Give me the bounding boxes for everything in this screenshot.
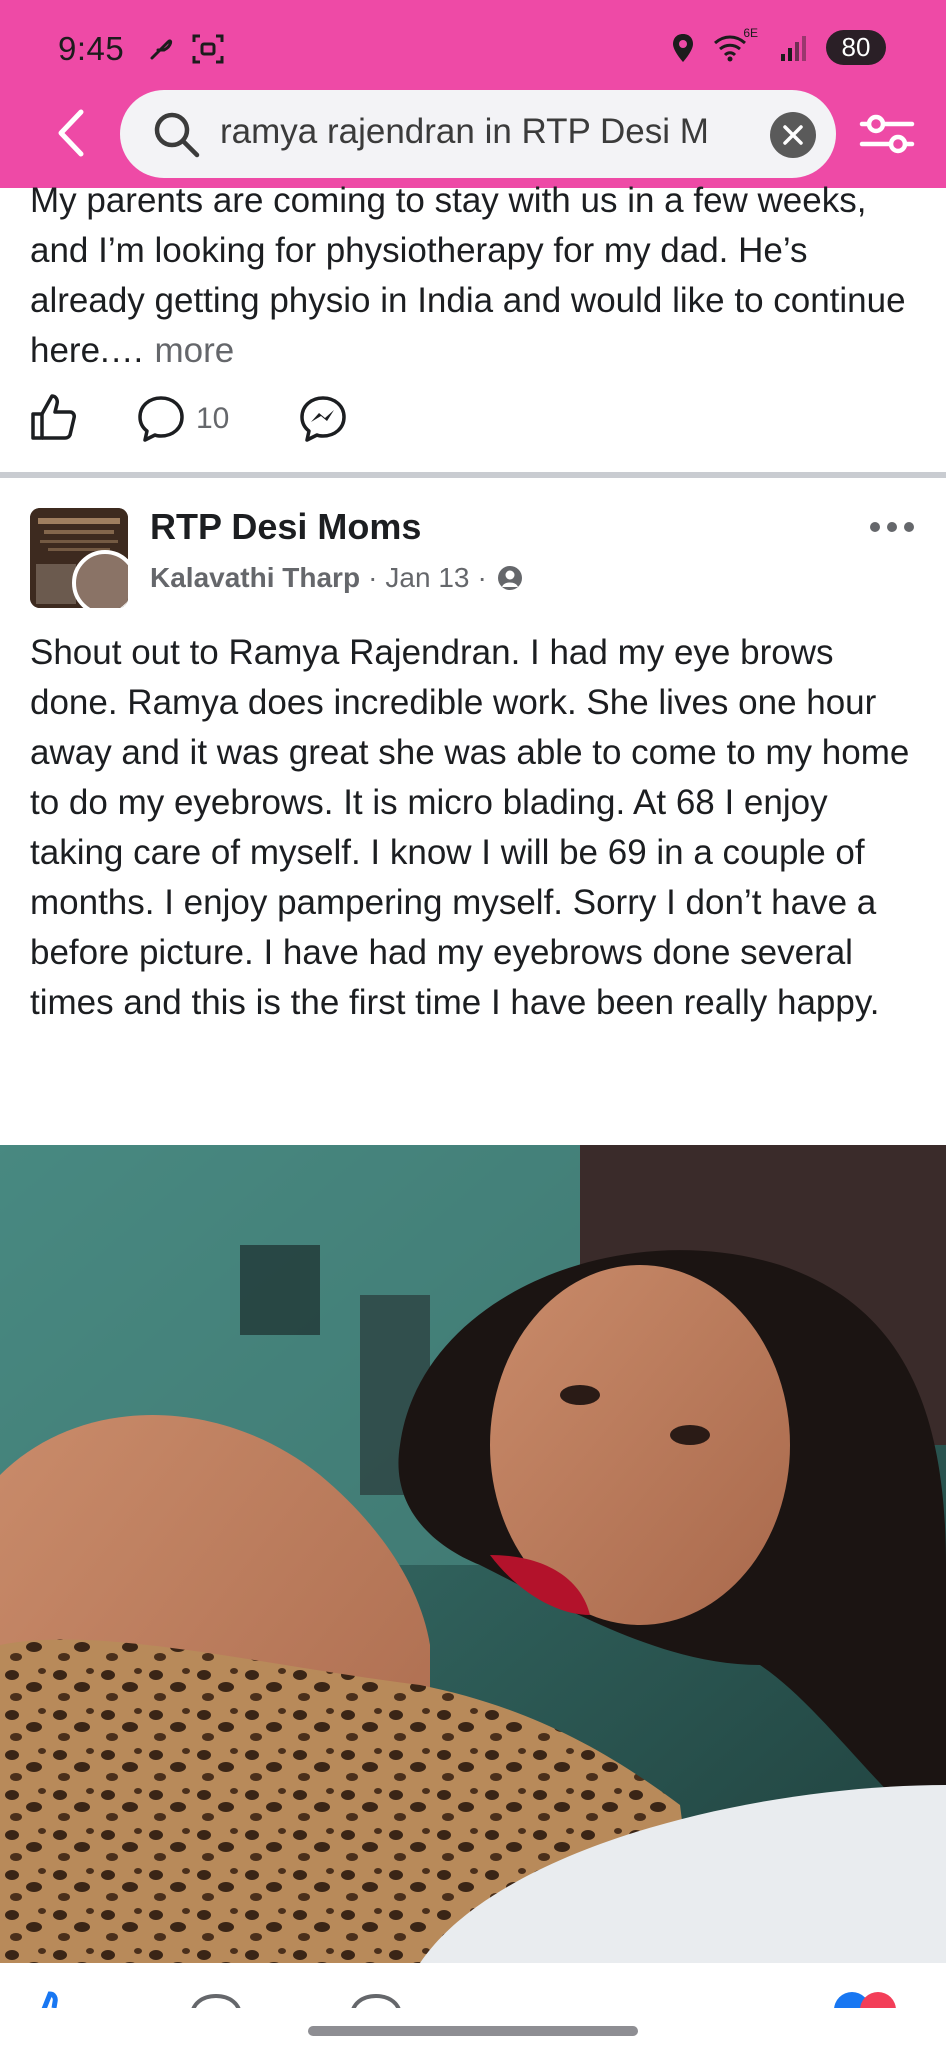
back-arrow-icon (58, 109, 84, 157)
meta-separator: · (477, 562, 487, 593)
post2-body: Shout out to Ramya Rajendran. I had my e… (30, 633, 910, 1022)
clear-icon (783, 125, 803, 145)
search-icon (154, 112, 200, 158)
status-icons-right: 6E 80 (671, 26, 886, 65)
post-divider (0, 472, 946, 478)
comment-icon[interactable] (186, 1990, 246, 2008)
search-bar[interactable]: ramya rajendran in RTP Desi M (120, 90, 836, 178)
filter-button[interactable] (858, 106, 916, 162)
comment-count: 10 (196, 402, 230, 435)
status-icons-left (148, 34, 224, 64)
group-name[interactable]: RTP Desi Moms (150, 506, 421, 548)
reaction-icons (834, 1992, 896, 2008)
post-date[interactable]: Jan 13 (385, 562, 469, 594)
comment-icon (138, 396, 184, 442)
home-indicator[interactable] (308, 2026, 638, 2036)
author-name[interactable]: Kalavathi Tharp (150, 562, 360, 594)
filter-icon (859, 114, 915, 154)
more-options-dot (904, 522, 914, 532)
app-header: 9:45 6E 80 ramya rajendran in RTP Desi M (0, 0, 946, 188)
post-photo[interactable] (0, 1145, 946, 1963)
like-icon (31, 394, 76, 440)
messenger-icon (300, 396, 346, 442)
location-icon (673, 33, 694, 62)
network-type: 6E (743, 25, 758, 40)
back-button[interactable] (48, 106, 92, 160)
signal-icon (781, 35, 806, 61)
more-options-icon (870, 522, 880, 532)
clear-search-button[interactable] (770, 112, 816, 158)
screenshot-icon (192, 34, 224, 64)
post2-actions (0, 1968, 946, 2008)
more-options-button[interactable] (870, 512, 924, 542)
messenger-share-button[interactable] (298, 394, 348, 444)
status-time: 9:45 (58, 30, 125, 67)
post-meta: Kalavathi Tharp · Jan 13 · (150, 562, 525, 594)
see-more-link[interactable]: more (155, 331, 235, 370)
comment-button[interactable]: 10 (136, 394, 229, 444)
feather-icon (150, 39, 173, 60)
post1-text: My parents are coming to stay with us in… (30, 176, 920, 376)
like-icon[interactable] (32, 1984, 92, 2008)
search-input[interactable]: ramya rajendran in RTP Desi M (220, 112, 780, 152)
meta-separator: · (368, 562, 378, 593)
battery-indicator: 80 (826, 30, 886, 65)
more-options-dot (887, 522, 897, 532)
group-avatar[interactable] (30, 508, 128, 608)
privacy-icon (497, 566, 522, 590)
portrait-photo (0, 1145, 946, 1963)
post1-actions: 10 (28, 392, 628, 448)
messenger-icon[interactable] (346, 1990, 406, 2008)
wifi-icon (714, 35, 747, 61)
like-button[interactable] (28, 392, 78, 442)
